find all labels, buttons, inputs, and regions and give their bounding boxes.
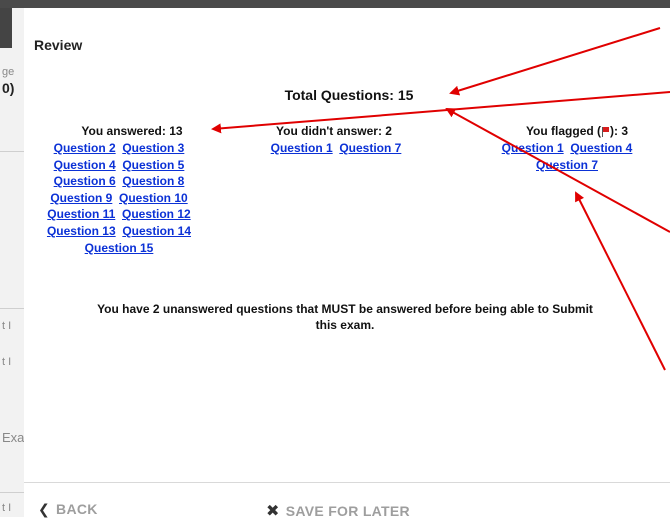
annotation-arrow — [445, 108, 670, 233]
annotation-arrows — [211, 27, 670, 371]
annotation-arrow — [211, 91, 670, 134]
annotation-arrow — [575, 191, 666, 371]
annotation-arrow — [449, 27, 661, 96]
